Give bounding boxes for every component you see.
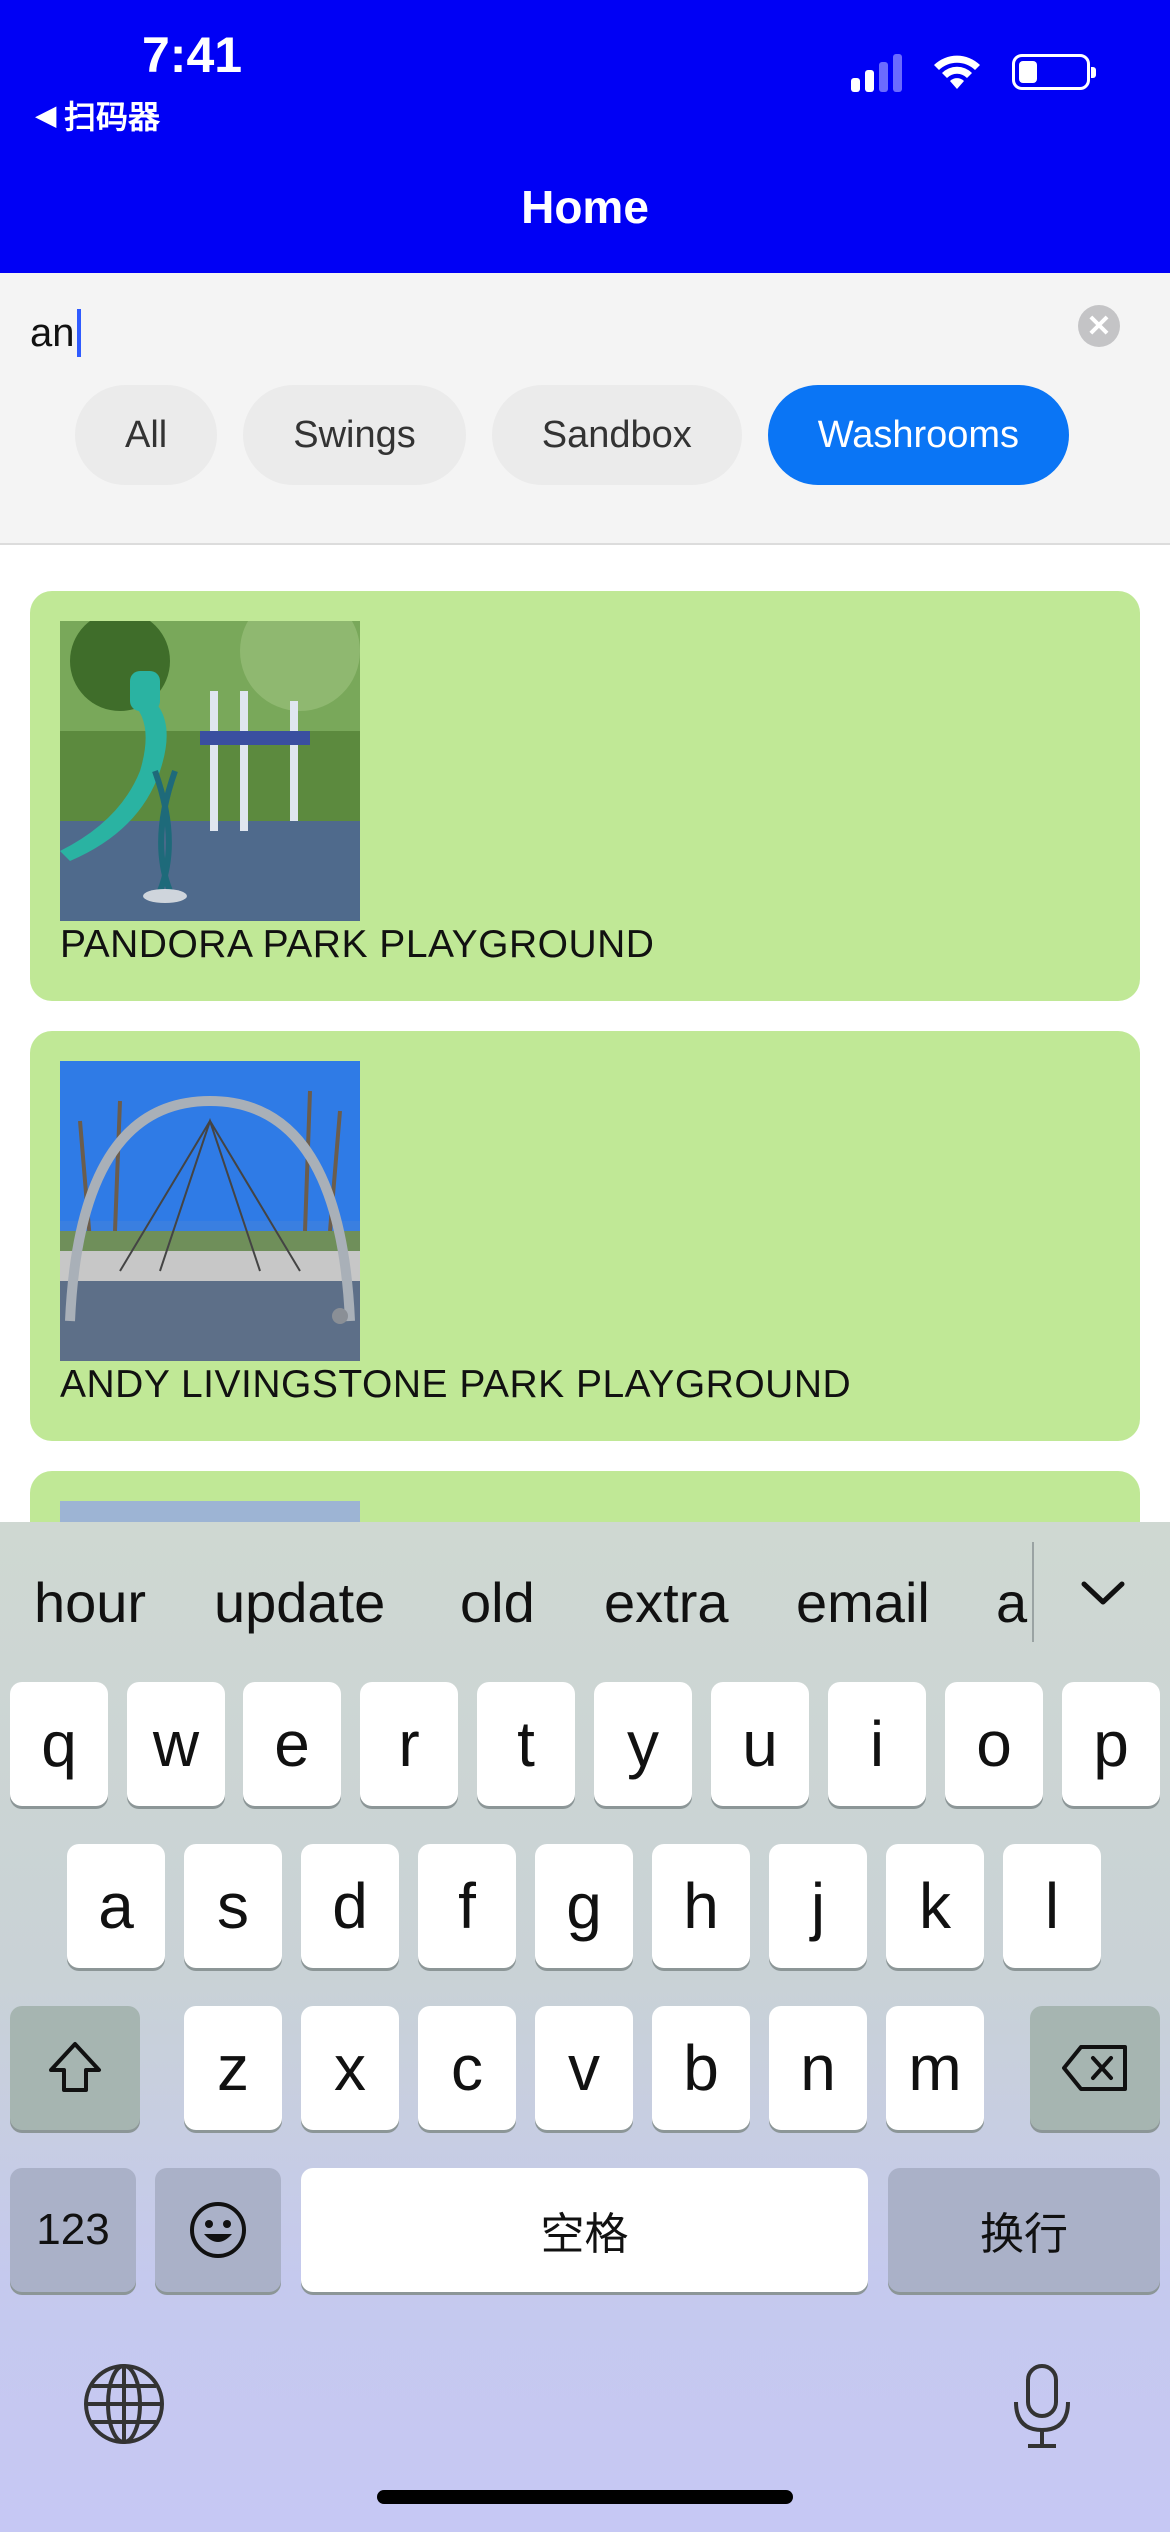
key-x[interactable]: x — [301, 2006, 399, 2130]
suggestion-word[interactable]: ar — [996, 1570, 1030, 1635]
key-m[interactable]: m — [886, 2006, 984, 2130]
key-y[interactable]: y — [594, 1682, 692, 1806]
playground-list[interactable]: PANDORA PARK PLAYGROUND ANDY LIVINGSTONE… — [0, 545, 1170, 1522]
playground-photo — [60, 1061, 360, 1361]
app-header: 7:41 ◀ 扫码器 Home — [0, 0, 1170, 273]
key-t[interactable]: t — [477, 1682, 575, 1806]
suggestion-divider — [1032, 1542, 1034, 1642]
key-k[interactable]: k — [886, 1844, 984, 1968]
filter-chips: All Swings Sandbox Washrooms — [75, 385, 1070, 485]
playground-name: ANDY LIVINGSTONE PARK PLAYGROUND — [60, 1363, 852, 1406]
key-s[interactable]: s — [184, 1844, 282, 1968]
chevron-down-icon[interactable] — [1078, 1574, 1128, 1614]
filter-chip-swings[interactable]: Swings — [243, 385, 466, 485]
status-time: 7:41 — [142, 27, 243, 83]
playground-photo — [60, 621, 360, 921]
key-d[interactable]: d — [301, 1844, 399, 1968]
delete-key[interactable] — [1030, 2006, 1160, 2130]
back-app-label: 扫码器 — [64, 99, 161, 135]
key-r[interactable]: r — [360, 1682, 458, 1806]
key-i[interactable]: i — [828, 1682, 926, 1806]
key-p[interactable]: p — [1062, 1682, 1160, 1806]
key-g[interactable]: g — [535, 1844, 633, 1968]
key-e[interactable]: e — [243, 1682, 341, 1806]
battery-icon — [1012, 54, 1096, 90]
text-caret — [76, 309, 81, 357]
space-key[interactable]: 空格 — [301, 2168, 868, 2292]
globe-icon[interactable] — [82, 2362, 166, 2446]
key-z[interactable]: z — [184, 2006, 282, 2130]
back-arrow-icon: ◀ — [36, 99, 56, 130]
playground-card[interactable]: ANDY LIVINGSTONE PARK PLAYGROUND — [30, 1031, 1140, 1441]
backspace-icon — [1062, 2045, 1127, 2091]
search-input-value: an — [30, 310, 75, 355]
playground-card[interactable]: PANDORA PARK PLAYGROUND — [30, 591, 1140, 1001]
suggestion-word[interactable]: extra — [604, 1570, 729, 1635]
filter-chip-sandbox[interactable]: Sandbox — [491, 385, 742, 485]
playground-name: PANDORA PARK PLAYGROUND — [60, 923, 655, 966]
shift-icon — [49, 2042, 101, 2092]
wifi-icon — [934, 55, 980, 89]
search-filter-section: an ✕ All Swings Sandbox Washrooms — [0, 273, 1170, 545]
key-a[interactable]: a — [67, 1844, 165, 1968]
numbers-key[interactable]: 123 — [10, 2168, 136, 2292]
filter-chip-all[interactable]: All — [75, 385, 218, 485]
key-w[interactable]: w — [127, 1682, 225, 1806]
shift-key[interactable] — [10, 2006, 140, 2130]
suggestion-word[interactable]: old — [460, 1570, 535, 1635]
playground-photo — [60, 1501, 360, 1522]
cellular-signal-icon — [851, 52, 902, 92]
return-key[interactable]: 换行 — [888, 2168, 1160, 2292]
suggestion-word[interactable]: email — [796, 1570, 930, 1635]
emoji-key[interactable] — [155, 2168, 281, 2292]
page-title: Home — [521, 181, 649, 233]
suggestion-word[interactable]: hour — [34, 1570, 146, 1635]
search-input[interactable]: an — [30, 303, 1070, 363]
key-n[interactable]: n — [769, 2006, 867, 2130]
key-h[interactable]: h — [652, 1844, 750, 1968]
status-indicators — [851, 52, 1096, 92]
suggestion-bar: hour update old extra email ar — [0, 1522, 1170, 1682]
key-l[interactable]: l — [1003, 1844, 1101, 1968]
key-j[interactable]: j — [769, 1844, 867, 1968]
key-f[interactable]: f — [418, 1844, 516, 1968]
filter-chip-washrooms[interactable]: Washrooms — [767, 385, 1070, 485]
microphone-icon[interactable] — [1008, 2362, 1076, 2452]
key-q[interactable]: q — [10, 1682, 108, 1806]
key-c[interactable]: c — [418, 2006, 516, 2130]
suggestion-word[interactable]: update — [214, 1570, 385, 1635]
clear-search-icon[interactable]: ✕ — [1078, 305, 1120, 347]
key-o[interactable]: o — [945, 1682, 1043, 1806]
key-v[interactable]: v — [535, 2006, 633, 2130]
onscreen-keyboard: hour update old extra email ar q w e r t… — [0, 1522, 1170, 2532]
playground-card[interactable] — [30, 1471, 1140, 1522]
key-u[interactable]: u — [711, 1682, 809, 1806]
home-indicator[interactable] — [377, 2490, 793, 2504]
emoji-icon — [190, 2202, 246, 2258]
back-to-app-button[interactable]: ◀ 扫码器 — [36, 92, 160, 138]
key-b[interactable]: b — [652, 2006, 750, 2130]
